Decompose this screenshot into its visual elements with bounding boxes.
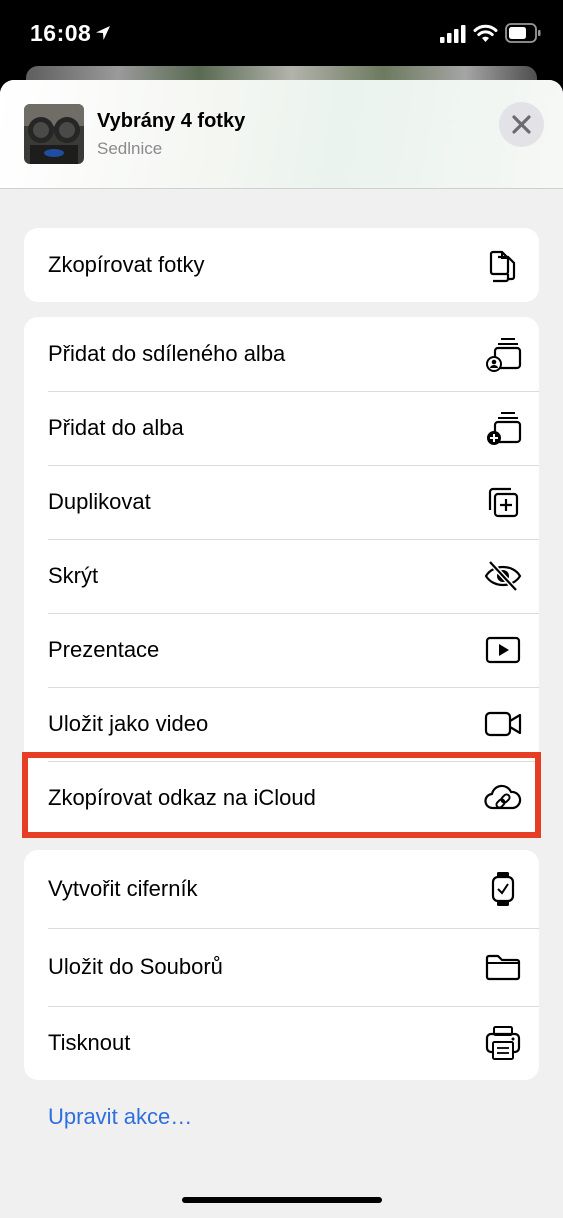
watch-icon xyxy=(491,872,515,906)
icloud-link-icon xyxy=(484,784,522,810)
action-slideshow[interactable]: Prezentace xyxy=(24,613,539,687)
battery-icon xyxy=(505,23,541,43)
location-arrow-icon xyxy=(96,26,110,40)
action-save-as-video[interactable]: Uložit jako video xyxy=(24,687,539,761)
action-label: Uložit do Souborů xyxy=(48,954,223,979)
action-label: Duplikovat xyxy=(48,489,151,514)
action-copy-photos[interactable]: Zkopírovat fotky xyxy=(24,228,539,302)
play-icon xyxy=(485,636,521,664)
header-subtitle: Sedlnice xyxy=(97,139,163,158)
action-duplicate[interactable]: Duplikovat xyxy=(24,465,539,539)
home-indicator xyxy=(182,1197,382,1203)
action-copy-icloud-link[interactable]: Zkopírovat odkaz na iCloud xyxy=(24,761,539,835)
action-add-album[interactable]: Přidat do alba xyxy=(24,391,539,465)
eye-slash-icon xyxy=(484,560,522,592)
action-label: Přidat do sdíleného alba xyxy=(48,341,286,366)
photo-thumbnail xyxy=(24,104,84,164)
action-label: Tisknout xyxy=(48,1030,131,1055)
actions-group-copy: Zkopírovat fotky xyxy=(24,228,539,302)
duplicate-icon xyxy=(488,487,519,518)
actions-group-album: Přidat do sdíleného alba Přidat do alba … xyxy=(24,317,539,835)
edit-actions-link[interactable]: Upravit akce… xyxy=(48,1104,192,1130)
header-title: Vybrány 4 fotky xyxy=(97,110,246,132)
cellular-signal-icon xyxy=(440,25,466,43)
close-icon xyxy=(512,115,531,134)
action-label: Prezentace xyxy=(48,637,160,662)
status-bar: 16:08 xyxy=(0,0,563,66)
action-label: Vytvořit ciferník xyxy=(48,876,198,901)
action-label: Přidat do alba xyxy=(48,415,184,440)
actions-group-other: Vytvořit ciferník Uložit do Souborů Tisk… xyxy=(24,850,539,1080)
action-label: Zkopírovat fotky xyxy=(48,252,205,277)
printer-icon xyxy=(485,1026,521,1060)
add-album-icon xyxy=(487,412,522,445)
action-hide[interactable]: Skrýt xyxy=(24,539,539,613)
status-time: 16:08 xyxy=(30,20,92,46)
action-add-shared-album[interactable]: Přidat do sdíleného alba xyxy=(24,317,539,391)
copy-icon xyxy=(489,250,516,283)
action-label: Uložit jako video xyxy=(48,711,209,736)
shared-album-icon xyxy=(486,338,522,372)
action-create-watch-face[interactable]: Vytvořit ciferník xyxy=(24,850,539,928)
action-label: Zkopírovat odkaz na iCloud xyxy=(48,785,316,810)
sheet-header: Vybrány 4 fotky Sedlnice xyxy=(0,80,563,189)
action-save-to-files[interactable]: Uložit do Souborů xyxy=(24,928,539,1006)
folder-icon xyxy=(485,954,521,981)
wifi-icon xyxy=(473,24,498,42)
close-button[interactable] xyxy=(499,102,544,147)
action-label: Skrýt xyxy=(48,563,99,588)
action-print[interactable]: Tisknout xyxy=(24,1006,539,1080)
video-icon xyxy=(484,711,522,737)
